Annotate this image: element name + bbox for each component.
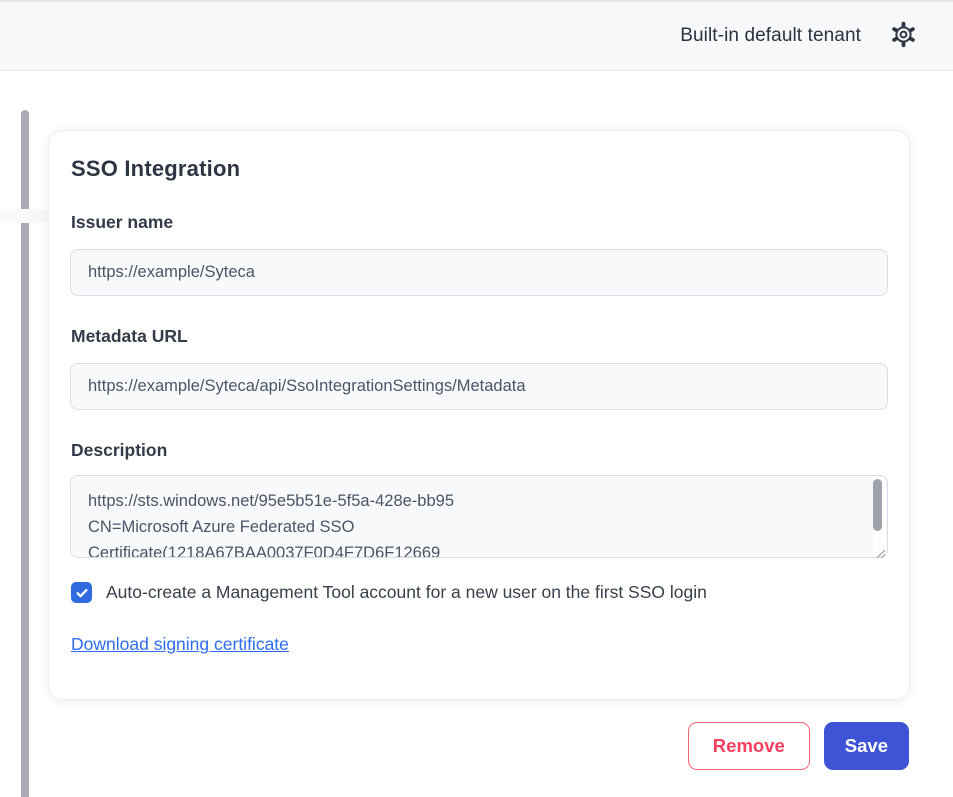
autocreate-checkbox-row[interactable]: Auto-create a Management Tool account fo… xyxy=(71,582,888,603)
settings-button[interactable] xyxy=(888,21,918,51)
autocreate-checkbox-label: Auto-create a Management Tool account fo… xyxy=(106,582,707,603)
remove-button[interactable]: Remove xyxy=(688,722,810,770)
description-textarea[interactable]: https://sts.windows.net/95e5b51e-5f5a-42… xyxy=(70,475,888,558)
gear-icon xyxy=(890,21,917,51)
page-title: SSO Integration xyxy=(71,156,888,182)
download-signing-certificate-link[interactable]: Download signing certificate xyxy=(71,634,289,655)
autocreate-checkbox[interactable] xyxy=(71,582,92,603)
textarea-scrollbar-track[interactable] xyxy=(873,477,886,556)
metadata-url-label: Metadata URL xyxy=(71,326,888,347)
main-content: SSO Integration Issuer name Metadata URL… xyxy=(0,71,953,797)
textarea-resize-grip[interactable] xyxy=(876,546,886,556)
description-field-wrap: https://sts.windows.net/95e5b51e-5f5a-42… xyxy=(70,475,888,558)
top-bar: Built-in default tenant xyxy=(0,0,953,71)
tenant-name-label: Built-in default tenant xyxy=(680,25,861,47)
left-panel-sliver xyxy=(0,209,48,223)
action-buttons: Remove Save xyxy=(688,722,909,770)
issuer-name-label: Issuer name xyxy=(71,212,888,233)
save-button[interactable]: Save xyxy=(824,722,909,770)
metadata-url-input[interactable] xyxy=(70,363,888,410)
sso-integration-card: SSO Integration Issuer name Metadata URL… xyxy=(48,130,910,700)
issuer-name-input[interactable] xyxy=(70,249,888,296)
description-label: Description xyxy=(71,440,888,461)
textarea-scrollbar-thumb[interactable] xyxy=(873,479,882,531)
